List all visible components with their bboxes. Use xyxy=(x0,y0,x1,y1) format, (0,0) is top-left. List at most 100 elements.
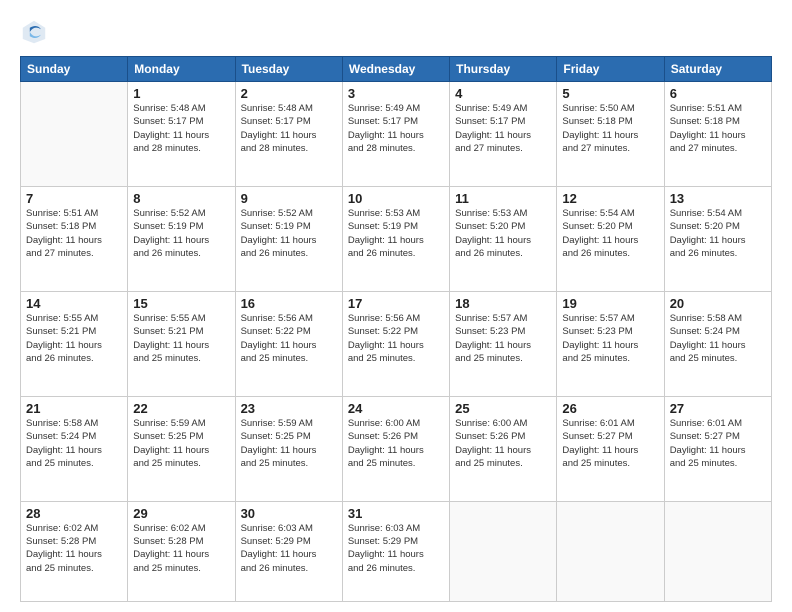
day-cell: 27Sunrise: 6:01 AM Sunset: 5:27 PM Dayli… xyxy=(664,396,771,501)
page: SundayMondayTuesdayWednesdayThursdayFrid… xyxy=(0,0,792,612)
day-cell: 21Sunrise: 5:58 AM Sunset: 5:24 PM Dayli… xyxy=(21,396,128,501)
day-number: 17 xyxy=(348,296,444,311)
day-number: 11 xyxy=(455,191,551,206)
day-number: 18 xyxy=(455,296,551,311)
day-number: 13 xyxy=(670,191,766,206)
day-info: Sunrise: 5:51 AM Sunset: 5:18 PM Dayligh… xyxy=(670,102,766,155)
day-number: 22 xyxy=(133,401,229,416)
day-cell xyxy=(21,82,128,187)
day-number: 31 xyxy=(348,506,444,521)
day-cell: 4Sunrise: 5:49 AM Sunset: 5:17 PM Daylig… xyxy=(450,82,557,187)
day-number: 19 xyxy=(562,296,658,311)
week-row-0: 1Sunrise: 5:48 AM Sunset: 5:17 PM Daylig… xyxy=(21,82,772,187)
day-info: Sunrise: 5:53 AM Sunset: 5:19 PM Dayligh… xyxy=(348,207,444,260)
day-cell: 17Sunrise: 5:56 AM Sunset: 5:22 PM Dayli… xyxy=(342,291,449,396)
day-info: Sunrise: 5:56 AM Sunset: 5:22 PM Dayligh… xyxy=(348,312,444,365)
day-info: Sunrise: 6:03 AM Sunset: 5:29 PM Dayligh… xyxy=(348,522,444,575)
day-cell: 15Sunrise: 5:55 AM Sunset: 5:21 PM Dayli… xyxy=(128,291,235,396)
day-cell: 3Sunrise: 5:49 AM Sunset: 5:17 PM Daylig… xyxy=(342,82,449,187)
day-cell: 30Sunrise: 6:03 AM Sunset: 5:29 PM Dayli… xyxy=(235,501,342,601)
day-number: 25 xyxy=(455,401,551,416)
day-info: Sunrise: 5:49 AM Sunset: 5:17 PM Dayligh… xyxy=(348,102,444,155)
day-cell: 26Sunrise: 6:01 AM Sunset: 5:27 PM Dayli… xyxy=(557,396,664,501)
header-row: SundayMondayTuesdayWednesdayThursdayFrid… xyxy=(21,57,772,82)
day-cell: 9Sunrise: 5:52 AM Sunset: 5:19 PM Daylig… xyxy=(235,186,342,291)
day-number: 15 xyxy=(133,296,229,311)
calendar-body: 1Sunrise: 5:48 AM Sunset: 5:17 PM Daylig… xyxy=(21,82,772,602)
calendar-header: SundayMondayTuesdayWednesdayThursdayFrid… xyxy=(21,57,772,82)
header-cell-monday: Monday xyxy=(128,57,235,82)
day-cell: 1Sunrise: 5:48 AM Sunset: 5:17 PM Daylig… xyxy=(128,82,235,187)
day-info: Sunrise: 6:00 AM Sunset: 5:26 PM Dayligh… xyxy=(455,417,551,470)
day-info: Sunrise: 5:52 AM Sunset: 5:19 PM Dayligh… xyxy=(241,207,337,260)
day-info: Sunrise: 5:48 AM Sunset: 5:17 PM Dayligh… xyxy=(133,102,229,155)
day-number: 6 xyxy=(670,86,766,101)
day-info: Sunrise: 5:57 AM Sunset: 5:23 PM Dayligh… xyxy=(562,312,658,365)
day-cell: 12Sunrise: 5:54 AM Sunset: 5:20 PM Dayli… xyxy=(557,186,664,291)
day-info: Sunrise: 5:58 AM Sunset: 5:24 PM Dayligh… xyxy=(26,417,122,470)
day-info: Sunrise: 5:55 AM Sunset: 5:21 PM Dayligh… xyxy=(26,312,122,365)
day-info: Sunrise: 5:48 AM Sunset: 5:17 PM Dayligh… xyxy=(241,102,337,155)
day-info: Sunrise: 5:54 AM Sunset: 5:20 PM Dayligh… xyxy=(670,207,766,260)
logo xyxy=(20,18,52,46)
week-row-3: 21Sunrise: 5:58 AM Sunset: 5:24 PM Dayli… xyxy=(21,396,772,501)
header-cell-thursday: Thursday xyxy=(450,57,557,82)
day-number: 24 xyxy=(348,401,444,416)
day-cell: 18Sunrise: 5:57 AM Sunset: 5:23 PM Dayli… xyxy=(450,291,557,396)
day-number: 10 xyxy=(348,191,444,206)
day-cell: 31Sunrise: 6:03 AM Sunset: 5:29 PM Dayli… xyxy=(342,501,449,601)
calendar: SundayMondayTuesdayWednesdayThursdayFrid… xyxy=(20,56,772,602)
day-cell xyxy=(450,501,557,601)
day-info: Sunrise: 5:57 AM Sunset: 5:23 PM Dayligh… xyxy=(455,312,551,365)
day-number: 3 xyxy=(348,86,444,101)
day-cell: 24Sunrise: 6:00 AM Sunset: 5:26 PM Dayli… xyxy=(342,396,449,501)
day-info: Sunrise: 5:49 AM Sunset: 5:17 PM Dayligh… xyxy=(455,102,551,155)
day-cell: 11Sunrise: 5:53 AM Sunset: 5:20 PM Dayli… xyxy=(450,186,557,291)
day-info: Sunrise: 5:55 AM Sunset: 5:21 PM Dayligh… xyxy=(133,312,229,365)
day-cell: 22Sunrise: 5:59 AM Sunset: 5:25 PM Dayli… xyxy=(128,396,235,501)
day-info: Sunrise: 5:54 AM Sunset: 5:20 PM Dayligh… xyxy=(562,207,658,260)
day-info: Sunrise: 5:59 AM Sunset: 5:25 PM Dayligh… xyxy=(241,417,337,470)
day-cell: 6Sunrise: 5:51 AM Sunset: 5:18 PM Daylig… xyxy=(664,82,771,187)
day-number: 26 xyxy=(562,401,658,416)
day-cell xyxy=(664,501,771,601)
day-number: 7 xyxy=(26,191,122,206)
day-cell: 19Sunrise: 5:57 AM Sunset: 5:23 PM Dayli… xyxy=(557,291,664,396)
day-info: Sunrise: 6:02 AM Sunset: 5:28 PM Dayligh… xyxy=(26,522,122,575)
day-info: Sunrise: 5:52 AM Sunset: 5:19 PM Dayligh… xyxy=(133,207,229,260)
day-number: 4 xyxy=(455,86,551,101)
day-cell: 7Sunrise: 5:51 AM Sunset: 5:18 PM Daylig… xyxy=(21,186,128,291)
day-number: 14 xyxy=(26,296,122,311)
day-number: 29 xyxy=(133,506,229,521)
day-cell: 13Sunrise: 5:54 AM Sunset: 5:20 PM Dayli… xyxy=(664,186,771,291)
day-info: Sunrise: 5:51 AM Sunset: 5:18 PM Dayligh… xyxy=(26,207,122,260)
header-cell-wednesday: Wednesday xyxy=(342,57,449,82)
day-info: Sunrise: 5:58 AM Sunset: 5:24 PM Dayligh… xyxy=(670,312,766,365)
day-info: Sunrise: 5:53 AM Sunset: 5:20 PM Dayligh… xyxy=(455,207,551,260)
header xyxy=(20,18,772,46)
day-cell: 20Sunrise: 5:58 AM Sunset: 5:24 PM Dayli… xyxy=(664,291,771,396)
day-cell: 8Sunrise: 5:52 AM Sunset: 5:19 PM Daylig… xyxy=(128,186,235,291)
header-cell-tuesday: Tuesday xyxy=(235,57,342,82)
day-cell: 16Sunrise: 5:56 AM Sunset: 5:22 PM Dayli… xyxy=(235,291,342,396)
day-info: Sunrise: 5:56 AM Sunset: 5:22 PM Dayligh… xyxy=(241,312,337,365)
day-number: 5 xyxy=(562,86,658,101)
week-row-2: 14Sunrise: 5:55 AM Sunset: 5:21 PM Dayli… xyxy=(21,291,772,396)
day-number: 8 xyxy=(133,191,229,206)
day-cell xyxy=(557,501,664,601)
day-info: Sunrise: 6:02 AM Sunset: 5:28 PM Dayligh… xyxy=(133,522,229,575)
day-info: Sunrise: 6:01 AM Sunset: 5:27 PM Dayligh… xyxy=(562,417,658,470)
day-number: 27 xyxy=(670,401,766,416)
day-cell: 14Sunrise: 5:55 AM Sunset: 5:21 PM Dayli… xyxy=(21,291,128,396)
day-info: Sunrise: 6:00 AM Sunset: 5:26 PM Dayligh… xyxy=(348,417,444,470)
week-row-1: 7Sunrise: 5:51 AM Sunset: 5:18 PM Daylig… xyxy=(21,186,772,291)
day-number: 23 xyxy=(241,401,337,416)
day-number: 16 xyxy=(241,296,337,311)
day-number: 9 xyxy=(241,191,337,206)
day-number: 1 xyxy=(133,86,229,101)
day-cell: 23Sunrise: 5:59 AM Sunset: 5:25 PM Dayli… xyxy=(235,396,342,501)
day-number: 20 xyxy=(670,296,766,311)
header-cell-saturday: Saturday xyxy=(664,57,771,82)
day-number: 2 xyxy=(241,86,337,101)
day-cell: 2Sunrise: 5:48 AM Sunset: 5:17 PM Daylig… xyxy=(235,82,342,187)
